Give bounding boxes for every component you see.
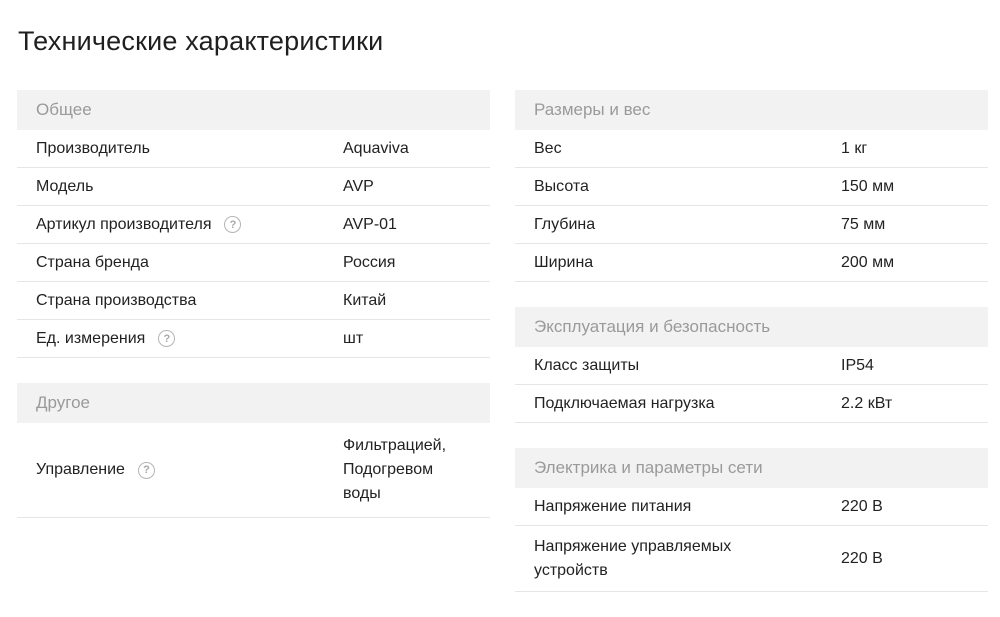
spec-row-device-voltage: Напряжение управляемых устройств 220 В (515, 526, 988, 592)
spec-value: AVP (343, 177, 374, 195)
spec-value: 220 В (841, 549, 883, 567)
spec-row-protection-class: Класс защиты IP54 (515, 347, 988, 385)
spec-value: Россия (343, 253, 396, 271)
spec-page: Технические характеристики Общее Произво… (0, 0, 1000, 599)
spec-value: Фильтрацией, Подогревом воды (343, 434, 490, 506)
spec-key: Класс защиты (534, 356, 640, 374)
spec-row-depth: Глубина 75 мм (515, 206, 988, 244)
spec-row-weight: Вес 1 кг (515, 130, 988, 168)
spec-key: Страна бренда (36, 253, 149, 271)
spec-key: Производитель (36, 139, 150, 157)
section-header-general: Общее (17, 90, 490, 130)
section-header-electrics: Электрика и параметры сети (515, 448, 988, 488)
section-other: Другое Управление ? Фильтрацией, Подогре… (17, 383, 490, 518)
spec-column-left: Общее Производитель Aquaviva Модель AVP … (17, 90, 490, 543)
spec-key: Ед. измерения (36, 329, 146, 347)
spec-column-right: Размеры и вес Вес 1 кг Высота 150 мм Глу… (515, 90, 988, 617)
spec-value: 150 мм (841, 177, 895, 195)
spec-row-supply-voltage: Напряжение питания 220 В (515, 488, 988, 526)
spec-value-line: Фильтрацией, (343, 437, 447, 454)
spec-key-wrap: Управление ? (17, 458, 343, 482)
spec-value: 75 мм (841, 215, 886, 233)
spec-key-wrap: Артикул производителя ? (17, 213, 343, 237)
spec-key-line: устройств (534, 561, 608, 579)
spec-row-production-country: Страна производства Китай (17, 282, 490, 320)
spec-row-manufacturer: Производитель Aquaviva (17, 130, 490, 168)
spec-value: IP54 (841, 356, 874, 374)
spec-value: шт (343, 329, 364, 347)
spec-row-unit: Ед. измерения ? шт (17, 320, 490, 358)
spec-key: Управление (36, 461, 125, 478)
spec-row-model: Модель AVP (17, 168, 490, 206)
spec-row-brand-country: Страна бренда Россия (17, 244, 490, 282)
spec-key: Высота (534, 177, 589, 195)
spec-key-line: Напряжение управляемых (534, 537, 732, 555)
spec-key: Модель (36, 177, 94, 195)
spec-value: 2.2 кВт (841, 394, 893, 412)
spec-key: Подключаемая нагрузка (534, 394, 715, 412)
section-header-operation: Эксплуатация и безопасность (515, 307, 988, 347)
spec-row-load: Подключаемая нагрузка 2.2 кВт (515, 385, 988, 423)
spec-key-wrap: Напряжение управляемых устройств (515, 535, 841, 583)
spec-value: AVP-01 (343, 215, 397, 233)
spec-row-control: Управление ? Фильтрацией, Подогревом вод… (17, 423, 490, 518)
spec-key: Артикул производителя (36, 215, 212, 233)
section-operation: Эксплуатация и безопасность Класс защиты… (515, 307, 988, 423)
page-title: Технические характеристики (18, 26, 384, 56)
section-electrics: Электрика и параметры сети Напряжение пи… (515, 448, 988, 592)
help-icon[interactable]: ? (158, 330, 176, 347)
spec-value: Китай (343, 291, 387, 309)
section-size: Размеры и вес Вес 1 кг Высота 150 мм Глу… (515, 90, 988, 282)
spec-key: Глубина (534, 215, 596, 233)
spec-value-line: Подогревом (343, 461, 434, 478)
spec-key: Ширина (534, 253, 594, 271)
help-icon[interactable]: ? (224, 216, 242, 233)
spec-value: 1 кг (841, 139, 868, 157)
spec-row-article: Артикул производителя ? AVP-01 (17, 206, 490, 244)
spec-value: 220 В (841, 497, 883, 515)
spec-key-wrap: Ед. измерения ? (17, 327, 343, 351)
spec-key: Вес (534, 139, 562, 157)
spec-value: Aquaviva (343, 139, 409, 157)
spec-key: Страна производства (36, 291, 197, 309)
spec-row-height: Высота 150 мм (515, 168, 988, 206)
section-header-other: Другое (17, 383, 490, 423)
spec-row-width: Ширина 200 мм (515, 244, 988, 282)
section-header-size: Размеры и вес (515, 90, 988, 130)
spec-value: 200 мм (841, 253, 895, 271)
help-icon[interactable]: ? (137, 461, 155, 479)
spec-key: Напряжение питания (534, 497, 692, 515)
spec-value-line: воды (343, 485, 381, 502)
section-general: Общее Производитель Aquaviva Модель AVP … (17, 90, 490, 358)
